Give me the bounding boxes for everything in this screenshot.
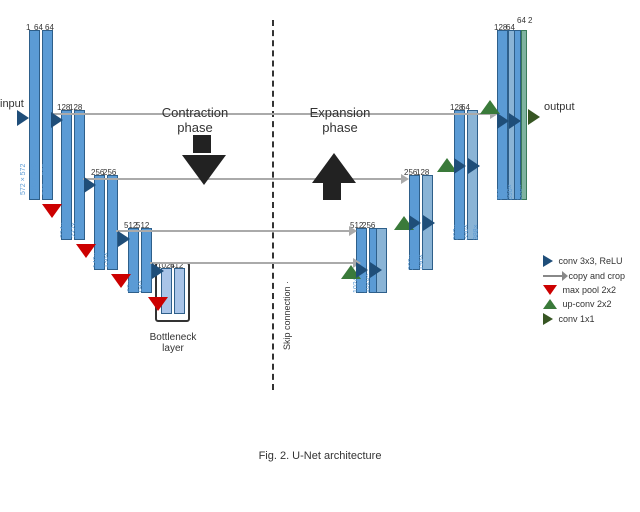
dec2-dim-388: 388× bbox=[473, 224, 480, 240]
blue-arrow-dec4a bbox=[356, 262, 368, 278]
output-arrow bbox=[528, 109, 540, 125]
enc4-dim-64: 64× bbox=[137, 280, 144, 292]
enc1-top-label-1: 1 bbox=[26, 23, 30, 32]
blue-arrow-enc2 bbox=[84, 177, 96, 193]
dec1-top-64b: 64 bbox=[517, 16, 526, 25]
blue-arrow-dec4b bbox=[370, 262, 382, 278]
maxpool-4 bbox=[148, 297, 168, 311]
legend-maxpool: max pool 2x2 bbox=[543, 285, 625, 295]
blue-arrow-dec3b bbox=[423, 215, 435, 231]
enc3-dim-136: 136× bbox=[103, 252, 110, 268]
expansion-arrow bbox=[312, 153, 356, 183]
enc1-dim-570: 570 × 570 bbox=[31, 164, 38, 195]
contraction-label: Contractionphase bbox=[155, 105, 235, 135]
dec4-top-256: 256 bbox=[362, 221, 375, 230]
enc2-top-128b: 128 bbox=[69, 103, 82, 112]
enc1-dim-572: 572 × 572 bbox=[20, 164, 27, 195]
blue-arrow-dec3a bbox=[409, 215, 421, 231]
contraction-square bbox=[193, 135, 211, 153]
legend-dkgreen-icon bbox=[543, 313, 553, 325]
bottleneck-label: Bottleneck layer bbox=[138, 332, 208, 354]
legend-upconv-label: up-conv 2x2 bbox=[562, 299, 611, 309]
dec2-dim-390: 390× bbox=[463, 224, 470, 240]
blue-arrow-dec2a bbox=[454, 158, 466, 174]
legend-red-icon bbox=[543, 285, 557, 295]
legend-copy-label: copy and crop bbox=[568, 271, 625, 281]
blue-arrow-enc4 bbox=[152, 263, 164, 279]
figure-caption: Fig. 2. U-Net architecture bbox=[0, 450, 640, 462]
maxpool-3 bbox=[111, 274, 131, 288]
maxpool-1 bbox=[42, 204, 62, 218]
legend-copy: copy and crop bbox=[543, 271, 625, 281]
dec-block-4b bbox=[375, 228, 388, 293]
dec1-top-2: 2 bbox=[528, 16, 532, 25]
legend-conv-label: conv 3x3, ReLU bbox=[558, 256, 622, 266]
dec-block-2b bbox=[466, 110, 479, 240]
expansion-label: Expansionphase bbox=[300, 105, 380, 135]
dec3-dim-200: 200× bbox=[408, 254, 415, 270]
legend-conv1x1: conv 1x1 bbox=[543, 313, 625, 325]
blue-arrow-enc3 bbox=[118, 231, 130, 247]
legend-green-icon bbox=[543, 299, 557, 309]
blue-arrow-enc1 bbox=[51, 112, 63, 128]
legend-upconv: up-conv 2x2 bbox=[543, 299, 625, 309]
enc1-top-label-64b: 64 bbox=[45, 23, 54, 32]
copy-arrow-4 bbox=[150, 262, 355, 264]
legend-conv1x1-label: conv 1x1 bbox=[558, 314, 594, 324]
dec2-dim-392: 392× bbox=[453, 224, 460, 240]
enc2-dim-232: 232× bbox=[71, 222, 78, 238]
skip-connection-line bbox=[272, 20, 274, 390]
contraction-arrow bbox=[182, 155, 226, 185]
enc-block-2 bbox=[60, 110, 86, 240]
dec3-dim-196: 196× bbox=[418, 254, 425, 270]
dec1-dim-390a: 390× bbox=[507, 184, 514, 200]
legend-maxpool-label: max pool 2x2 bbox=[562, 285, 616, 295]
enc1-dim-568: 568 × 568 bbox=[42, 164, 49, 195]
blue-arrow-dec1a bbox=[497, 113, 509, 129]
enc2-dim-236: 234× bbox=[60, 222, 67, 238]
output-label: output bbox=[544, 101, 575, 113]
legend-blue-icon bbox=[543, 255, 553, 267]
dec1-dim-392a: 392× bbox=[497, 184, 504, 200]
skip-connection-label: Skip connection · bbox=[282, 281, 292, 350]
input-arrow bbox=[17, 110, 29, 126]
copy-arrow-3 bbox=[116, 230, 351, 232]
output-block bbox=[520, 30, 528, 200]
expansion-square bbox=[323, 182, 341, 200]
maxpool-2 bbox=[76, 244, 96, 258]
main-container: { "title": "U-Net Architecture Diagram",… bbox=[0, 0, 640, 512]
enc3-top-256b: 256 bbox=[103, 168, 116, 177]
enc1-top-label-64a: 64 bbox=[34, 23, 43, 32]
legend-conv: conv 3x3, ReLU bbox=[543, 255, 625, 267]
input-label: input bbox=[0, 98, 24, 110]
enc4-top-512b: 512 bbox=[136, 221, 149, 230]
diagram-area: 1 64 64 572 × 572 570 × 570 568 × 568 in… bbox=[0, 10, 640, 470]
legend-gray-icon bbox=[543, 275, 563, 277]
copy-arrow-1 bbox=[52, 113, 492, 115]
blue-arrow-dec1b bbox=[509, 113, 521, 129]
legend: conv 3x3, ReLU copy and crop max pool 2x… bbox=[543, 255, 625, 329]
dec1-dim-388a: 388× bbox=[517, 184, 524, 200]
upconv-4 bbox=[480, 100, 500, 114]
blue-arrow-dec2b bbox=[468, 158, 480, 174]
